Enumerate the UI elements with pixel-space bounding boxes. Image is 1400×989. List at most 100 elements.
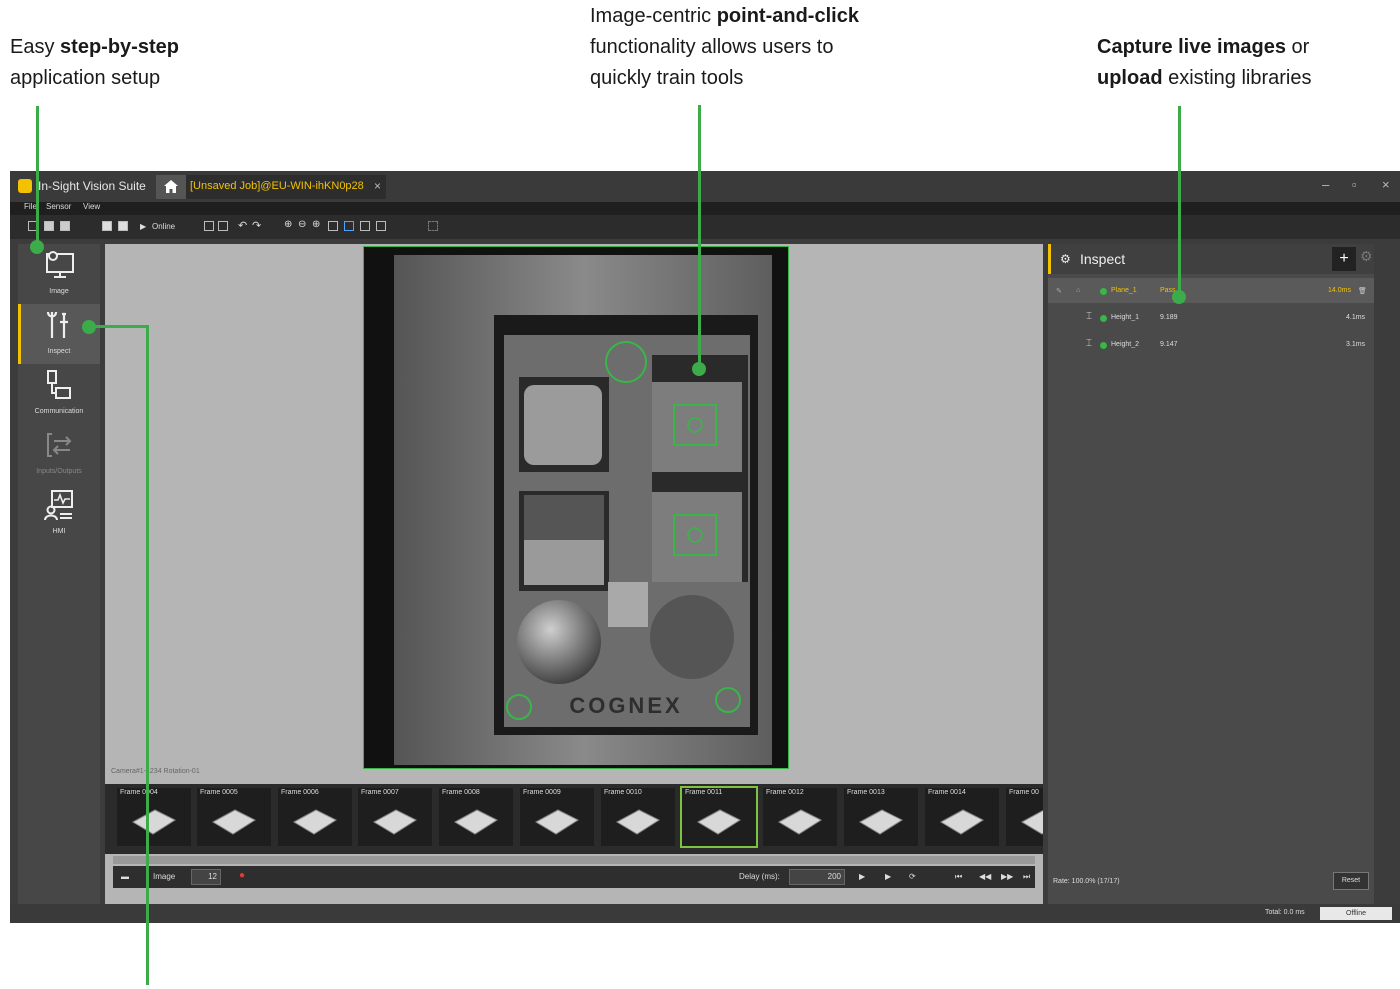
inspect-panel: ⚙ Inspect + ⚙ ✎ ⌂ Plane_1 Pass 14.0ms 🗑 … bbox=[1048, 244, 1374, 904]
record-icon[interactable]: ● bbox=[239, 870, 245, 881]
overlay-icon[interactable] bbox=[376, 221, 386, 231]
save-icon[interactable] bbox=[60, 221, 70, 231]
frame-number-input[interactable]: 12 bbox=[191, 869, 221, 885]
play-icon[interactable]: ▶ bbox=[140, 222, 146, 231]
pass-status-icon bbox=[1100, 342, 1107, 349]
nav-item-hmi[interactable]: HMI bbox=[18, 484, 100, 544]
menu-sensor[interactable]: Sensor bbox=[46, 202, 71, 211]
zoom-out-icon[interactable]: ⊖ bbox=[298, 219, 306, 230]
menu-file[interactable]: File bbox=[24, 202, 37, 211]
edit-icon[interactable]: ✎ bbox=[1056, 287, 1062, 295]
paste-icon[interactable] bbox=[218, 221, 228, 231]
nav-item-inspect[interactable]: Inspect bbox=[18, 304, 100, 364]
callout-line-pointclick bbox=[698, 105, 701, 369]
nav-item-io[interactable]: Inputs/Outputs bbox=[18, 424, 100, 484]
filmstrip: Frame 0004 Frame 0005 Frame 0006 Frame 0… bbox=[105, 784, 1043, 854]
folder-icon[interactable]: ▬ bbox=[121, 872, 129, 881]
nav-item-image[interactable]: Image bbox=[18, 244, 100, 304]
prev-frame-icon[interactable]: ◀◀ bbox=[979, 872, 991, 881]
tool-row-height1[interactable]: ⌶ Height_1 9.189 4.1ms bbox=[1048, 305, 1374, 330]
camera-label: Camera#1-1234 Rotation-01 bbox=[111, 768, 200, 775]
last-frame-icon[interactable]: ⏭ bbox=[1023, 872, 1030, 882]
loop-icon[interactable]: ⟳ bbox=[909, 872, 916, 881]
filmstrip-frame[interactable]: Frame 0005 bbox=[197, 788, 271, 846]
step-play-icon[interactable]: ▶ bbox=[859, 872, 865, 881]
open-icon[interactable] bbox=[44, 221, 54, 231]
tool-name: Height_1 bbox=[1111, 314, 1140, 321]
delete-icon[interactable]: 🗑 bbox=[1358, 287, 1367, 295]
frame-thumbnail-icon bbox=[372, 809, 418, 835]
online-status-toggle[interactable]: Offline bbox=[1320, 907, 1392, 920]
settings-gear-icon[interactable]: ⚙ bbox=[1360, 248, 1382, 270]
filmstrip-frame[interactable]: Frame 00 bbox=[1006, 788, 1043, 846]
home-button[interactable] bbox=[156, 175, 186, 199]
tool-time: 4.1ms bbox=[1346, 314, 1366, 321]
callout-setup: Easy step-by-step application setup bbox=[10, 32, 179, 94]
close-button[interactable]: × bbox=[1382, 177, 1390, 192]
callout-setup-line2: application setup bbox=[10, 67, 161, 89]
job-tab[interactable]: [Unsaved Job]@EU-WIN-ihKN0p28 × bbox=[186, 175, 386, 199]
hmi-icon bbox=[44, 490, 73, 521]
add-tool-button[interactable]: + bbox=[1332, 247, 1356, 271]
online-label[interactable]: Online bbox=[152, 222, 175, 231]
toolbar: ▶ Online ↶ ↷ ⊕ ⊖ ⊕ bbox=[10, 215, 1400, 239]
tool-row-plane[interactable]: ✎ ⌂ Plane_1 Pass 14.0ms 🗑 bbox=[1048, 278, 1374, 303]
callout-pointclick-line3: quickly train tools bbox=[590, 67, 744, 89]
callout-pointclick: Image-centric point-and-click functional… bbox=[590, 1, 859, 94]
hide-icon[interactable]: ⌂ bbox=[1076, 287, 1080, 294]
redo-icon[interactable]: ↷ bbox=[252, 219, 261, 232]
zoom-rect-icon[interactable] bbox=[328, 221, 338, 231]
rotate-icon[interactable] bbox=[360, 221, 370, 231]
tab-close-icon[interactable]: × bbox=[374, 179, 381, 193]
filmstrip-frame[interactable]: Frame 0004 bbox=[117, 788, 191, 846]
restore-button[interactable]: ▫ bbox=[1352, 177, 1357, 192]
delay-input[interactable]: 200 bbox=[789, 869, 845, 885]
zoom-in-icon[interactable]: ⊕ bbox=[312, 219, 320, 230]
filmstrip-frame-selected[interactable]: Frame 0011 bbox=[680, 786, 758, 848]
frame-thumbnail-icon bbox=[858, 809, 904, 835]
playback-bar: ▬ Image 12 ● Delay (ms): 200 ▶ ▶ ⟳ ⏮ ◀◀ … bbox=[113, 866, 1035, 888]
callout-line-setup bbox=[36, 106, 39, 246]
undo-icon[interactable]: ↶ bbox=[238, 219, 247, 232]
callout-dot-pointclick bbox=[692, 362, 706, 376]
filmstrip-frame[interactable]: Frame 0013 bbox=[844, 788, 918, 846]
frame-label: Frame 0010 bbox=[604, 789, 642, 796]
filmstrip-frame[interactable]: Frame 0010 bbox=[601, 788, 675, 846]
callout-capture: Capture live images or upload existing l… bbox=[1097, 32, 1312, 94]
app-window: In-Sight Vision Suite [Unsaved Job]@EU-W… bbox=[10, 171, 1400, 923]
frame-label: Frame 0011 bbox=[685, 789, 723, 796]
filmstrip-scrollbar[interactable] bbox=[113, 856, 1035, 864]
first-frame-icon[interactable]: ⏮ bbox=[955, 872, 962, 882]
zoom-fit-icon[interactable]: ⊕ bbox=[284, 219, 292, 230]
filmstrip-frame[interactable]: Frame 0012 bbox=[763, 788, 837, 846]
reset-button[interactable]: Reset bbox=[1333, 872, 1369, 890]
frame-label: Frame 0012 bbox=[766, 789, 804, 796]
grid-icon[interactable] bbox=[428, 221, 438, 231]
callout-capture-mid: or bbox=[1285, 36, 1310, 58]
copy-icon[interactable] bbox=[204, 221, 214, 231]
camera-live-icon[interactable] bbox=[118, 221, 128, 231]
inspect-header: ⚙ Inspect + ⚙ bbox=[1048, 244, 1374, 274]
filmstrip-frame[interactable]: Frame 0008 bbox=[439, 788, 513, 846]
callout-capture-line2rest: existing libraries bbox=[1162, 67, 1312, 89]
tool-row-height2[interactable]: ⌶ Height_2 9.147 3.1ms bbox=[1048, 332, 1374, 357]
filmstrip-frame[interactable]: Frame 0009 bbox=[520, 788, 594, 846]
menu-view[interactable]: View bbox=[83, 202, 100, 211]
camera-image[interactable]: COGNEX bbox=[363, 246, 789, 769]
source-label[interactable]: Image bbox=[153, 872, 175, 881]
zoom-fill-icon[interactable] bbox=[344, 221, 354, 231]
minimize-button[interactable]: – bbox=[1322, 177, 1329, 192]
play-icon[interactable]: ▶ bbox=[885, 872, 891, 881]
filmstrip-frame[interactable]: Frame 0007 bbox=[358, 788, 432, 846]
camera-icon[interactable] bbox=[102, 221, 112, 231]
callout-line-inspect-v bbox=[146, 325, 149, 985]
filmstrip-frame[interactable]: Frame 0014 bbox=[925, 788, 999, 846]
io-arrows-icon bbox=[47, 433, 72, 457]
next-frame-icon[interactable]: ▶▶ bbox=[1001, 872, 1013, 881]
frame-label: Frame 0009 bbox=[523, 789, 561, 796]
filmstrip-frame[interactable]: Frame 0006 bbox=[278, 788, 352, 846]
nav-label-image: Image bbox=[49, 288, 69, 295]
app-title: In-Sight Vision Suite bbox=[38, 179, 146, 193]
height-tool-icon: ⌶ bbox=[1086, 338, 1092, 349]
nav-item-communication[interactable]: Communication bbox=[18, 364, 100, 424]
